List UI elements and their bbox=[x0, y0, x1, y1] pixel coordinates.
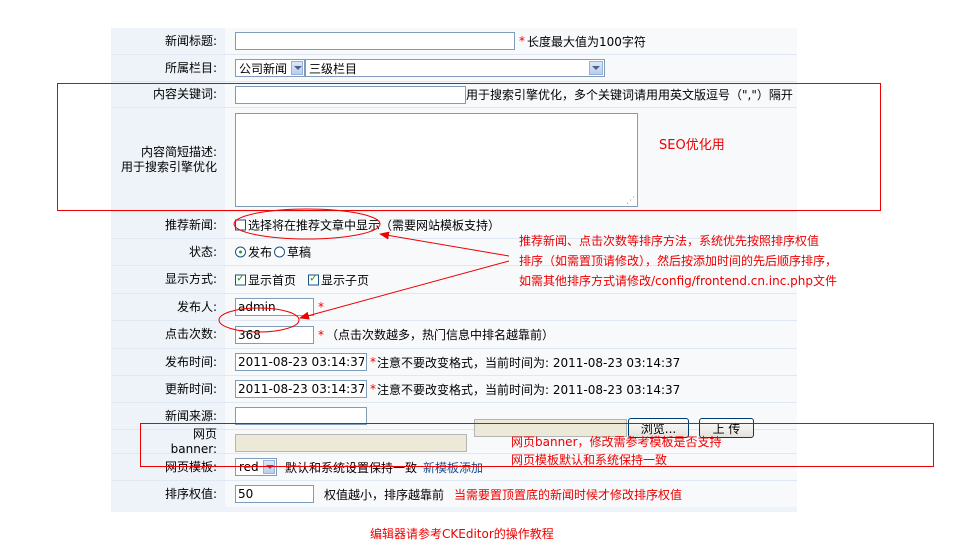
title-input[interactable] bbox=[235, 32, 515, 50]
recommend-label: 推荐新闻: bbox=[111, 212, 225, 238]
publish-time-input[interactable] bbox=[235, 353, 367, 371]
seo-annotation: SEO优化用 bbox=[659, 138, 725, 153]
display-sub-checkbox[interactable] bbox=[308, 271, 320, 285]
publish-time-label: 发布时间: bbox=[111, 349, 225, 375]
sort-label: 排序权值: bbox=[111, 481, 225, 507]
display-label: 显示方式: bbox=[111, 266, 225, 293]
display-home-label: 显示首页 bbox=[248, 273, 297, 287]
required-star: * bbox=[370, 355, 376, 369]
footer-annotation: 编辑器请参考CKEditor的操作教程 bbox=[370, 527, 554, 541]
recommend-checkbox[interactable] bbox=[235, 219, 246, 231]
clicks-input[interactable] bbox=[235, 325, 314, 344]
publish-time-hint: 注意不要改变格式，当前时间为: 2011-08-23 03:14:37 bbox=[377, 355, 681, 370]
row-title: 新闻标题: * 长度最大值为100字符 bbox=[111, 28, 797, 55]
publisher-input[interactable] bbox=[235, 298, 314, 316]
row-publisher: 发布人: * bbox=[111, 294, 797, 321]
row-publish-time: 发布时间: * 注意不要改变格式，当前时间为: 2011-08-23 03:14… bbox=[111, 349, 797, 376]
clicks-label: 点击次数: bbox=[111, 321, 225, 348]
seo-highlight-box bbox=[57, 83, 881, 211]
row-clicks: 点击次数: * （点击次数越多，热门信息中排名越靠前） bbox=[111, 321, 797, 349]
update-time-hint: 注意不要改变格式，当前时间为: 2011-08-23 03:14:37 bbox=[377, 382, 681, 397]
category-select-1[interactable]: 公司新闻 bbox=[235, 59, 305, 77]
required-star: * bbox=[318, 327, 324, 342]
category-label: 所属栏目: bbox=[111, 55, 225, 81]
title-hint: 长度最大值为100字符 bbox=[527, 34, 646, 49]
sort-annotation-line3: 如需其他排序方式请修改/config/frontend.cn.inc.php文件 bbox=[519, 274, 837, 288]
publisher-label: 发布人: bbox=[111, 294, 225, 320]
required-star: * bbox=[370, 382, 376, 396]
display-home-checkbox[interactable] bbox=[235, 271, 246, 285]
clicks-hint: （点击次数越多，热门信息中排名越靠前） bbox=[326, 328, 555, 342]
chevron-down-icon bbox=[291, 61, 303, 75]
category-select-2[interactable]: 三级栏目 bbox=[305, 59, 605, 77]
banner-annotation-line2: 网页模板默认和系统保持一致 bbox=[511, 453, 668, 467]
row-update-time: 更新时间: * 注意不要改变格式，当前时间为: 2011-08-23 03:14… bbox=[111, 376, 797, 403]
status-publish-radio[interactable] bbox=[235, 246, 246, 258]
recommend-option-label: 选择将在推荐文章中显示（需要网站模板支持） bbox=[248, 218, 501, 233]
status-label: 状态: bbox=[111, 239, 225, 265]
update-time-label: 更新时间: bbox=[111, 376, 225, 402]
sort-hint: 权值越小，排序越靠前 bbox=[324, 487, 445, 502]
status-draft-label: 草稿 bbox=[287, 245, 312, 260]
row-sort: 排序权值: 权值越小，排序越靠前 当需要置顶置底的新闻时候才修改排序权值 bbox=[111, 481, 797, 507]
banner-annotation-line1: 网页banner，修改需参考模板是否支持 bbox=[511, 435, 722, 449]
status-draft-radio[interactable] bbox=[274, 246, 286, 258]
required-star: * bbox=[318, 300, 324, 314]
title-label: 新闻标题: bbox=[111, 28, 225, 54]
status-publish-label: 发布 bbox=[248, 245, 273, 260]
required-star: * bbox=[519, 34, 525, 48]
display-sub-label: 显示子页 bbox=[321, 273, 370, 287]
sort-annotation-line2: 排序（如需置顶请修改），然后按添加时间的先后顺序排序， bbox=[519, 254, 838, 268]
sort-note: 当需要置顶置底的新闻时候才修改排序权值 bbox=[454, 487, 683, 502]
chevron-down-icon bbox=[589, 61, 603, 75]
update-time-input[interactable] bbox=[235, 380, 367, 398]
sort-input[interactable] bbox=[235, 485, 314, 503]
row-category: 所属栏目: 公司新闻 三级栏目 bbox=[111, 55, 797, 82]
sort-annotation-line1: 推荐新闻、点击次数等排序方法，系统优先按照排序权值 bbox=[519, 234, 820, 248]
